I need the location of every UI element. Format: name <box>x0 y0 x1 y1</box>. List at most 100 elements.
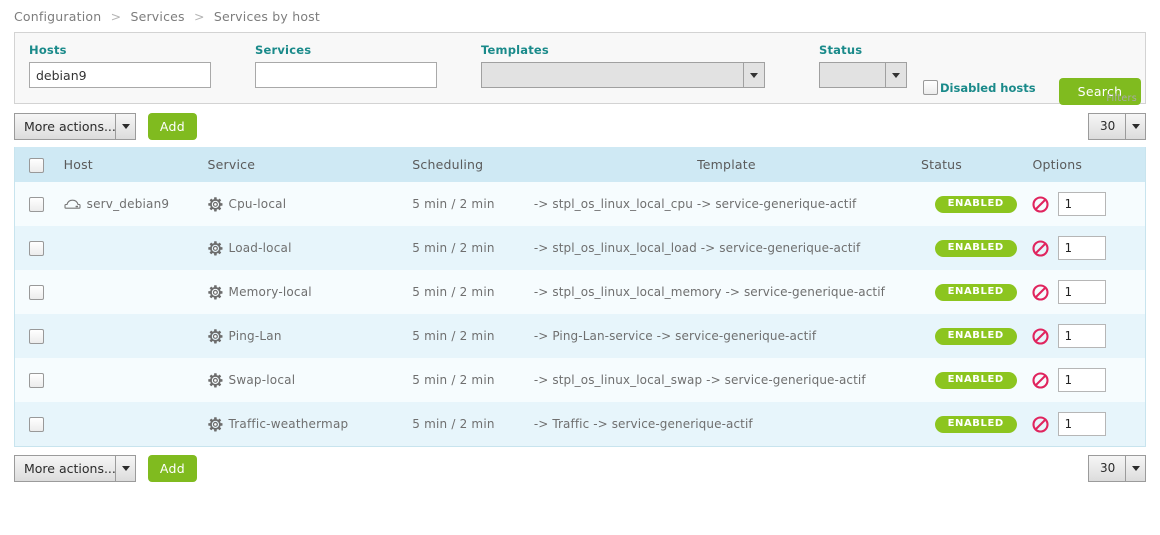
chevron-down-icon[interactable] <box>1125 114 1145 139</box>
column-header-status[interactable]: Status <box>919 147 1032 182</box>
options-cell <box>1031 402 1145 446</box>
service-name[interactable]: Ping-Lan <box>229 329 282 343</box>
column-header-service[interactable]: Service <box>206 147 412 182</box>
column-header-scheduling[interactable]: Scheduling <box>411 147 533 182</box>
services-label: Services <box>255 43 312 57</box>
breadcrumb-item-services[interactable]: Services <box>130 9 184 24</box>
row-checkbox[interactable] <box>29 240 44 256</box>
status-cell: ENABLED <box>919 270 1032 314</box>
options-cell <box>1031 314 1145 358</box>
table-row[interactable]: Swap-local 5 min / 2 min -> stpl_os_linux_… <box>15 358 1145 402</box>
table-row[interactable]: Ping-Lan 5 min / 2 min -> Ping-Lan-service… <box>15 314 1145 358</box>
service-name[interactable]: Swap-local <box>229 373 296 387</box>
service-name[interactable]: Cpu-local <box>229 197 287 211</box>
more-actions-select-bottom[interactable]: More actions... <box>14 455 136 482</box>
gear-icon <box>207 196 223 212</box>
template-cell: -> Ping-Lan-service -> service-generique… <box>532 314 920 358</box>
chevron-down-icon[interactable] <box>115 456 135 481</box>
no-entry-icon[interactable] <box>1032 283 1049 301</box>
page-size-select-top[interactable]: 30 <box>1088 113 1146 140</box>
templates-select[interactable] <box>481 62 765 88</box>
option-quantity-input[interactable] <box>1058 192 1107 216</box>
no-entry-icon[interactable] <box>1032 239 1049 257</box>
more-actions-select-top[interactable]: More actions... <box>14 113 136 140</box>
scheduling-cell: 5 min / 2 min <box>411 402 533 446</box>
service-cell: Memory-local <box>206 270 412 314</box>
template-value: -> stpl_os_linux_local_cpu -> service-ge… <box>533 197 857 211</box>
option-quantity-input[interactable] <box>1058 236 1107 260</box>
gear-icon <box>207 240 223 256</box>
status-select[interactable] <box>819 62 907 88</box>
disabled-hosts-checkbox[interactable] <box>923 80 938 95</box>
no-entry-icon[interactable] <box>1032 415 1049 433</box>
no-entry-icon[interactable] <box>1032 327 1049 345</box>
table-row[interactable]: Load-local 5 min / 2 min -> stpl_os_linux_… <box>15 226 1145 270</box>
filter-field-status: Status <box>819 43 907 91</box>
table-row[interactable]: Traffic-weathermap 5 min / 2 min -> Traffi… <box>15 402 1145 446</box>
row-checkbox[interactable] <box>29 372 44 388</box>
option-quantity-input[interactable] <box>1058 324 1107 348</box>
chevron-down-icon[interactable] <box>885 63 906 87</box>
option-quantity-input[interactable] <box>1058 368 1107 392</box>
option-quantity-input[interactable] <box>1058 412 1107 436</box>
template-cell: -> stpl_os_linux_local_load -> service-g… <box>532 226 920 270</box>
page-size-select-bottom[interactable]: 30 <box>1088 455 1146 482</box>
row-select-cell <box>15 226 63 270</box>
status-badge: ENABLED <box>934 372 1017 389</box>
scheduling-cell: 5 min / 2 min <box>411 226 533 270</box>
column-header-host[interactable]: Host <box>62 147 207 182</box>
option-quantity-input[interactable] <box>1058 280 1107 304</box>
status-badge: ENABLED <box>934 240 1017 257</box>
row-checkbox[interactable] <box>29 416 44 432</box>
host-cell: serv_debian9 <box>62 182 207 226</box>
service-name[interactable]: Memory-local <box>229 285 312 299</box>
chevron-down-icon[interactable] <box>115 114 135 139</box>
row-checkbox[interactable] <box>29 196 44 212</box>
host-cell <box>62 402 207 446</box>
toolbar-bottom: More actions... Add 30 <box>14 455 1146 483</box>
service-name[interactable]: Traffic-weathermap <box>229 417 349 431</box>
row-checkbox[interactable] <box>29 284 44 300</box>
service-name[interactable]: Load-local <box>229 241 292 255</box>
gear-icon <box>207 328 223 344</box>
no-entry-icon[interactable] <box>1032 371 1049 389</box>
server-icon <box>64 198 81 211</box>
service-cell: Swap-local <box>206 358 412 402</box>
disabled-hosts-group: Disabled hosts <box>923 80 1036 95</box>
more-actions-label-bottom: More actions... <box>24 461 116 476</box>
select-all-checkbox[interactable] <box>29 157 44 173</box>
services-input[interactable] <box>255 62 437 88</box>
status-label: Status <box>819 43 863 57</box>
add-button-top[interactable]: Add <box>147 113 197 140</box>
column-header-options[interactable]: Options <box>1031 147 1145 182</box>
filter-panel: Hosts Services Templates Status Disabled… <box>14 32 1146 105</box>
status-cell: ENABLED <box>919 358 1032 402</box>
hosts-input[interactable] <box>29 62 211 88</box>
gear-icon <box>207 284 223 300</box>
template-cell: -> stpl_os_linux_local_swap -> service-g… <box>532 358 920 402</box>
breadcrumb-item-services-by-host[interactable]: Services by host <box>214 9 320 24</box>
filter-field-templates: Templates <box>481 43 765 91</box>
breadcrumb: Configuration > Services > Services by h… <box>0 0 1160 32</box>
chevron-down-icon[interactable] <box>743 63 764 87</box>
row-checkbox[interactable] <box>29 328 44 344</box>
status-badge: ENABLED <box>934 284 1017 301</box>
status-cell: ENABLED <box>919 402 1032 446</box>
add-button-bottom[interactable]: Add <box>147 455 197 482</box>
table-row[interactable]: Memory-local 5 min / 2 min -> stpl_os_linu… <box>15 270 1145 314</box>
template-value: -> stpl_os_linux_local_load -> service-g… <box>533 241 861 255</box>
status-badge: ENABLED <box>934 328 1017 345</box>
breadcrumb-item-configuration[interactable]: Configuration <box>14 9 101 24</box>
services-table: Host Service Scheduling Template Status … <box>15 147 1145 446</box>
filters-caption: Filters <box>1106 93 1137 104</box>
templates-label: Templates <box>481 43 549 57</box>
chevron-down-icon[interactable] <box>1125 456 1145 481</box>
no-entry-icon[interactable] <box>1032 195 1049 213</box>
status-cell: ENABLED <box>919 182 1032 226</box>
select-all-header <box>15 147 63 182</box>
service-cell: Ping-Lan <box>206 314 412 358</box>
column-header-template[interactable]: Template <box>532 147 920 182</box>
row-select-cell <box>15 358 63 402</box>
table-row[interactable]: serv_debian9 Cpu-local 5 min / 2 min -> stp… <box>15 182 1145 226</box>
host-name: serv_debian9 <box>86 197 170 211</box>
